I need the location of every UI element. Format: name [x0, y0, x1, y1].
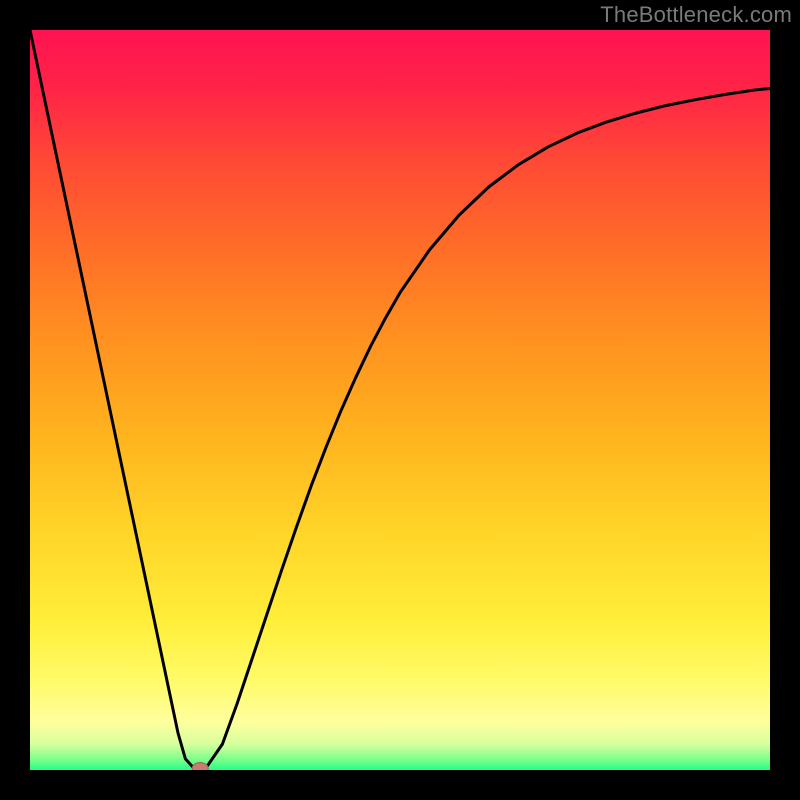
optimal-point-marker — [192, 763, 208, 770]
gradient-background — [30, 30, 770, 770]
watermark-text: TheBottleneck.com — [600, 2, 792, 28]
plot-area — [30, 30, 770, 770]
bottleneck-chart — [30, 30, 770, 770]
chart-frame: TheBottleneck.com — [0, 0, 800, 800]
